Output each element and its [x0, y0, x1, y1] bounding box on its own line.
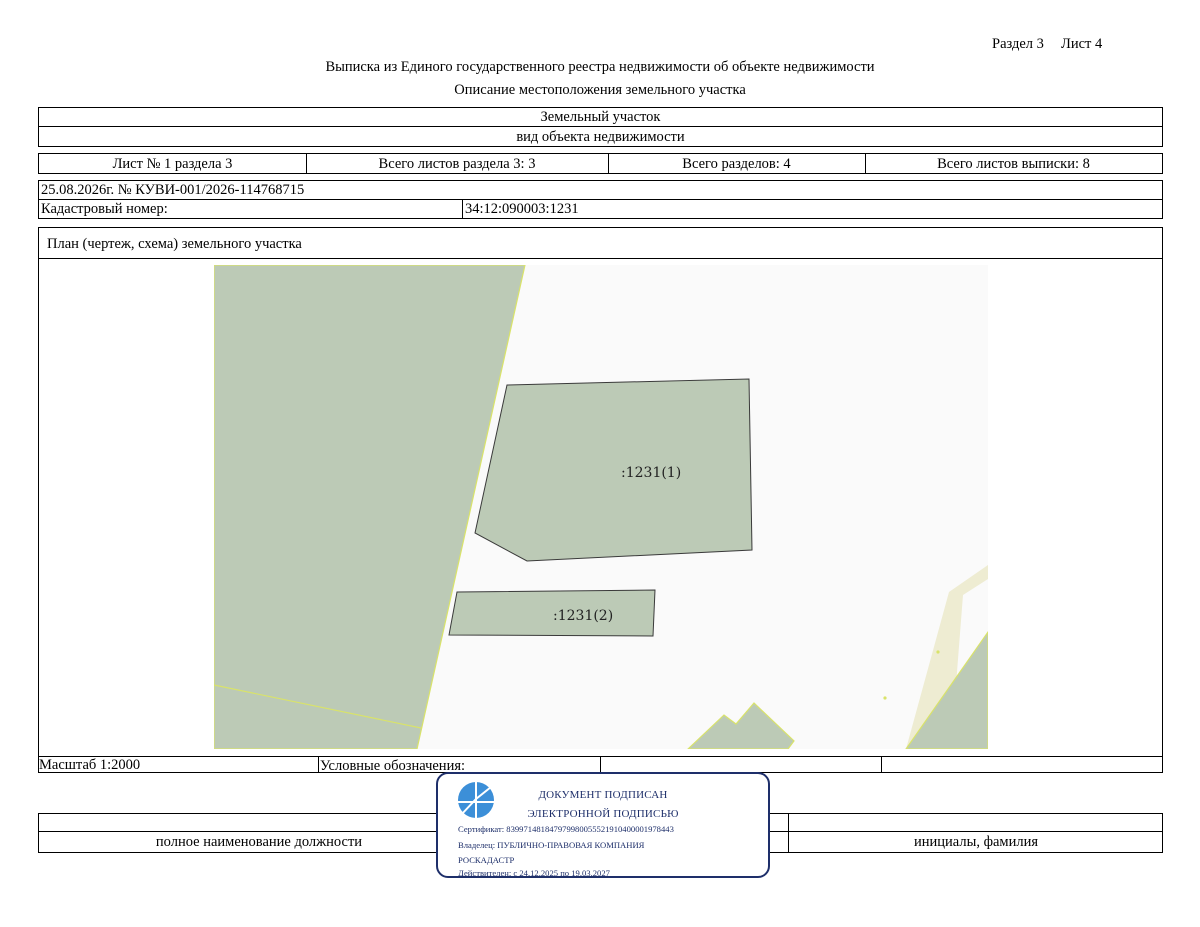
map-svg: :1231(1) :1231(2) [214, 265, 988, 749]
stamp-line-1: ДОКУМЕНТ ПОДПИСАН [538, 789, 668, 801]
document-subtitle: Описание местоположения земельного участ… [454, 82, 746, 98]
total-sections: Всего разделов: 4 [682, 155, 791, 172]
position-caption: полное наименование должности [155, 834, 363, 850]
stamp-line-2: ЭЛЕКТРОННОЙ ПОДПИСЬЮ [527, 808, 679, 820]
cadastral-number-value: 34:12:090003:1231 [465, 201, 579, 217]
parcel-2-label: :1231(2) [553, 608, 613, 624]
object-name: Земельный участок [540, 109, 661, 125]
map-point [883, 696, 887, 700]
electronic-signature-stamp: ДОКУМЕНТ ПОДПИСАН ЭЛЕКТРОННОЙ ПОДПИСЬЮ С… [436, 772, 770, 878]
stamp-certificate: Сертификат: 8399714818479799800555219104… [458, 824, 674, 834]
parcel-1231-1 [474, 378, 753, 562]
parcel-1-label: :1231(1) [621, 465, 681, 481]
sheet-of-section: Лист № 1 раздела 3 [112, 155, 233, 172]
scale-label: Масштаб 1:2000 [39, 757, 141, 773]
stamp-owner-cont: РОСКАДАСТР [458, 855, 515, 865]
sheets-row: Лист № 1 раздела 3 Всего листов раздела … [38, 153, 1163, 174]
object-type-box: Земельный участок вид объекта недвижимос… [38, 107, 1163, 147]
section-number: Раздел 3 [992, 36, 1044, 52]
record-box: 25.08.2026г. № КУВИ-001/2026-114768715 К… [38, 180, 1163, 219]
sheet-number: Лист 4 [1061, 36, 1103, 52]
document-title: Выписка из Единого государственного реес… [325, 59, 875, 75]
stamp-valid: Действителен: с 24.12.2025 по 19.03.2027 [458, 868, 610, 878]
cadastral-number-label: Кадастровый номер: [41, 201, 168, 217]
map-point [936, 650, 940, 654]
total-extract-sheets: Всего листов выписки: 8 [937, 155, 1090, 172]
total-section-sheets: Всего листов раздела 3: 3 [378, 155, 536, 172]
record-date-number: 25.08.2026г. № КУВИ-001/2026-114768715 [41, 182, 305, 198]
neighbor-parcel-south [687, 702, 795, 749]
name-caption: инициалы, фамилия [913, 834, 1039, 850]
object-caption: вид объекта недвижимости [516, 129, 685, 145]
parcel-1231-2 [448, 589, 656, 637]
plan-heading: План (чертеж, схема) земельного участка [47, 236, 302, 252]
stamp-owner: Владелец: ПУБЛИЧНО-ПРАВОВАЯ КОМПАНИЯ [458, 840, 645, 850]
cadastral-map: :1231(1) :1231(2) [214, 265, 988, 749]
neighbor-parcel-west [214, 265, 526, 749]
